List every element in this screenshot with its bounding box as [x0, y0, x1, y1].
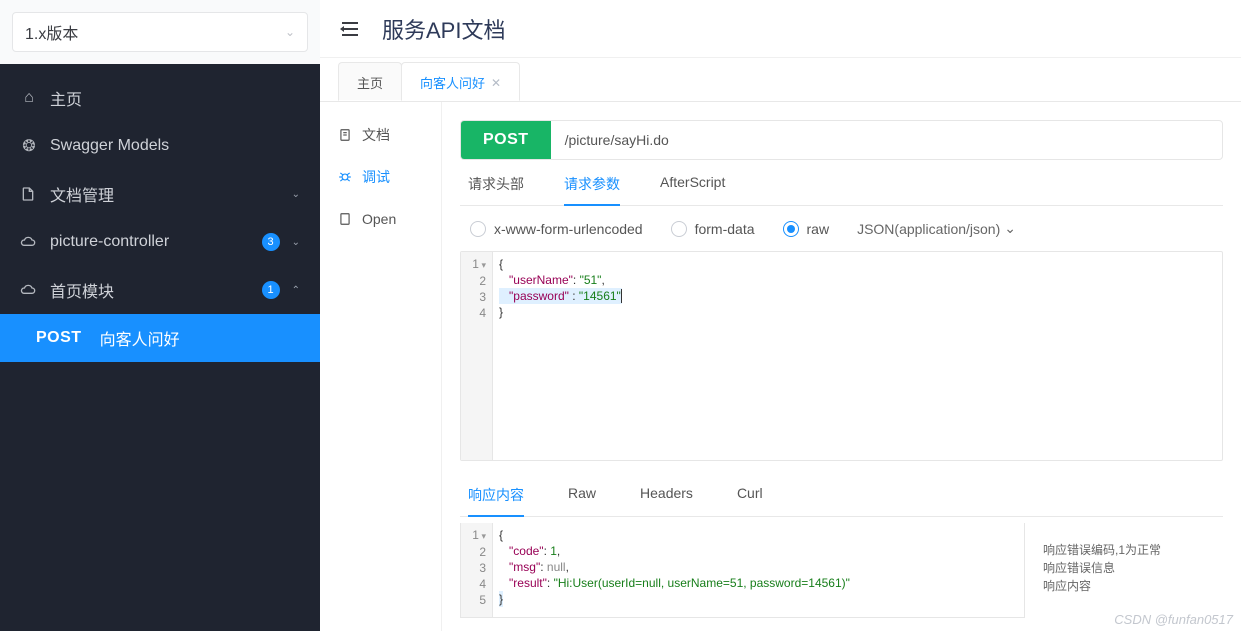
resp-tab-headers[interactable]: Headers [640, 485, 693, 516]
bug-icon [338, 170, 352, 184]
req-tab-params[interactable]: 请求参数 [564, 174, 620, 206]
header: 服务API文档 [320, 0, 1241, 58]
nav-swagger-label: Swagger Models [50, 137, 300, 155]
resp-tab-raw[interactable]: Raw [568, 485, 596, 516]
nav-doc-mgmt-label: 文档管理 [50, 182, 280, 206]
chevron-up-icon: ⌃ [292, 285, 300, 296]
radio-label: form-data [695, 221, 755, 237]
radio-urlencoded[interactable]: x-www-form-urlencoded [470, 221, 643, 237]
chevron-down-icon: ⌄ [285, 25, 295, 39]
resp-tab-curl[interactable]: Curl [737, 485, 763, 516]
line-number: 3 [461, 560, 486, 576]
req-tab-headers[interactable]: 请求头部 [468, 174, 524, 205]
doc-icon [338, 128, 352, 142]
side-tab-doc-label: 文档 [362, 125, 390, 145]
line-number: 1 [461, 256, 486, 273]
nav-sub-label: 向客人问好 [100, 326, 180, 350]
radio-label: raw [807, 221, 830, 237]
tab-greet[interactable]: 向客人问好 ✕ [401, 62, 520, 101]
nav-home-label: 主页 [50, 86, 300, 110]
nav-doc-mgmt[interactable]: 文档管理 ⌄ [0, 170, 320, 218]
side-tab-doc[interactable]: 文档 [320, 114, 441, 156]
tab-main[interactable]: 主页 [338, 62, 402, 101]
content: POST /picture/sayHi.do 请求头部 请求参数 AfterSc… [442, 102, 1241, 631]
request-body-editor[interactable]: 1 2 3 4 { "userName": "51", "password" :… [460, 251, 1223, 461]
workspace: 文档 调试 Open POST /pict [320, 102, 1241, 631]
method-badge: POST [461, 121, 551, 159]
version-select[interactable]: 1.x版本 ⌄ [12, 12, 308, 52]
close-icon[interactable]: ✕ [491, 76, 501, 90]
gutter: 1 2 3 4 5 [461, 523, 493, 617]
menu-collapse-icon[interactable] [340, 21, 360, 37]
version-select-wrap: 1.x版本 ⌄ [0, 0, 320, 64]
page-title: 服务API文档 [382, 13, 505, 45]
body-type-radios: x-www-form-urlencoded form-data raw JSON… [460, 206, 1223, 251]
gutter: 1 2 3 4 [461, 252, 493, 460]
request-line: POST /picture/sayHi.do [460, 120, 1223, 160]
line-number: 1 [461, 527, 486, 544]
watermark: CSDN @funfan0517 [1114, 612, 1233, 627]
resp-tab-content[interactable]: 响应内容 [468, 485, 524, 517]
line-number: 2 [461, 273, 486, 289]
radio-icon [671, 221, 687, 237]
radio-formdata[interactable]: form-data [671, 221, 755, 237]
line-number: 4 [461, 576, 486, 592]
radio-icon [470, 221, 486, 237]
nav-home-module-label: 首页模块 [50, 278, 250, 302]
page-icon [338, 212, 352, 226]
nav-home-module[interactable]: 首页模块 1 ⌃ [0, 266, 320, 314]
main: 服务API文档 主页 向客人问好 ✕ 文档 [320, 0, 1241, 631]
request-tabs: 请求头部 请求参数 AfterScript [460, 160, 1223, 206]
nav: ⌂ 主页 ❂ Swagger Models 文档管理 ⌄ picture-con… [0, 64, 320, 362]
sidebar: 1.x版本 ⌄ ⌂ 主页 ❂ Swagger Models 文档管理 ⌄ [0, 0, 320, 631]
response-meta: 响应错误编码,1为正常 响应错误信息 响应内容 [1043, 523, 1223, 618]
side-tab-debug-label: 调试 [362, 167, 390, 187]
line-number: 2 [461, 544, 486, 560]
chevron-down-icon: ⌄ [292, 189, 300, 200]
radio-raw[interactable]: raw [783, 221, 830, 237]
tab-main-label: 主页 [357, 73, 383, 92]
nav-home[interactable]: ⌂ 主页 [0, 74, 320, 122]
chevron-down-icon: ⌄ [292, 237, 300, 248]
side-tabs: 文档 调试 Open [320, 102, 442, 631]
response-body-editor[interactable]: 1 2 3 4 5 { "code": 1, "msg": null, "res… [460, 523, 1025, 618]
nav-sub-greet[interactable]: POST 向客人问好 [0, 314, 320, 362]
home-icon: ⌂ [20, 89, 38, 107]
cube-icon: ❂ [20, 136, 38, 156]
chevron-down-icon: ⌄ [1004, 220, 1016, 237]
badge-count: 3 [262, 233, 280, 251]
meta-result: 响应内容 [1043, 577, 1223, 595]
version-select-label: 1.x版本 [25, 20, 78, 44]
content-type-label: JSON(application/json) [857, 221, 1000, 237]
side-tab-debug[interactable]: 调试 [320, 156, 441, 198]
radio-label: x-www-form-urlencoded [494, 221, 643, 237]
nav-picture-controller-label: picture-controller [50, 233, 250, 251]
tab-greet-label: 向客人问好 [420, 73, 485, 92]
radio-icon [783, 221, 799, 237]
cloud-icon [20, 283, 38, 297]
meta-code: 响应错误编码,1为正常 [1043, 541, 1223, 559]
top-tabs: 主页 向客人问好 ✕ [320, 58, 1241, 102]
cloud-icon [20, 235, 38, 249]
caret [621, 289, 622, 303]
line-number: 5 [461, 592, 486, 608]
nav-picture-controller[interactable]: picture-controller 3 ⌄ [0, 218, 320, 266]
nav-swagger-models[interactable]: ❂ Swagger Models [0, 122, 320, 170]
content-type-select[interactable]: JSON(application/json) ⌄ [857, 220, 1016, 237]
response-tabs: 响应内容 Raw Headers Curl [460, 471, 1223, 517]
file-icon [20, 186, 38, 202]
code-area[interactable]: { "code": 1, "msg": null, "result": "Hi:… [493, 523, 1024, 617]
request-path[interactable]: /picture/sayHi.do [551, 132, 683, 148]
response-area: 1 2 3 4 5 { "code": 1, "msg": null, "res… [460, 523, 1223, 618]
method-label: POST [36, 329, 82, 347]
code-area[interactable]: { "userName": "51", "password" : "14561"… [493, 252, 1222, 460]
meta-msg: 响应错误信息 [1043, 559, 1223, 577]
badge-count: 1 [262, 281, 280, 299]
req-tab-afterscript[interactable]: AfterScript [660, 174, 725, 205]
side-tab-open-label: Open [362, 211, 396, 227]
side-tab-open[interactable]: Open [320, 198, 441, 240]
line-number: 3 [461, 289, 486, 305]
line-number: 4 [461, 305, 486, 321]
